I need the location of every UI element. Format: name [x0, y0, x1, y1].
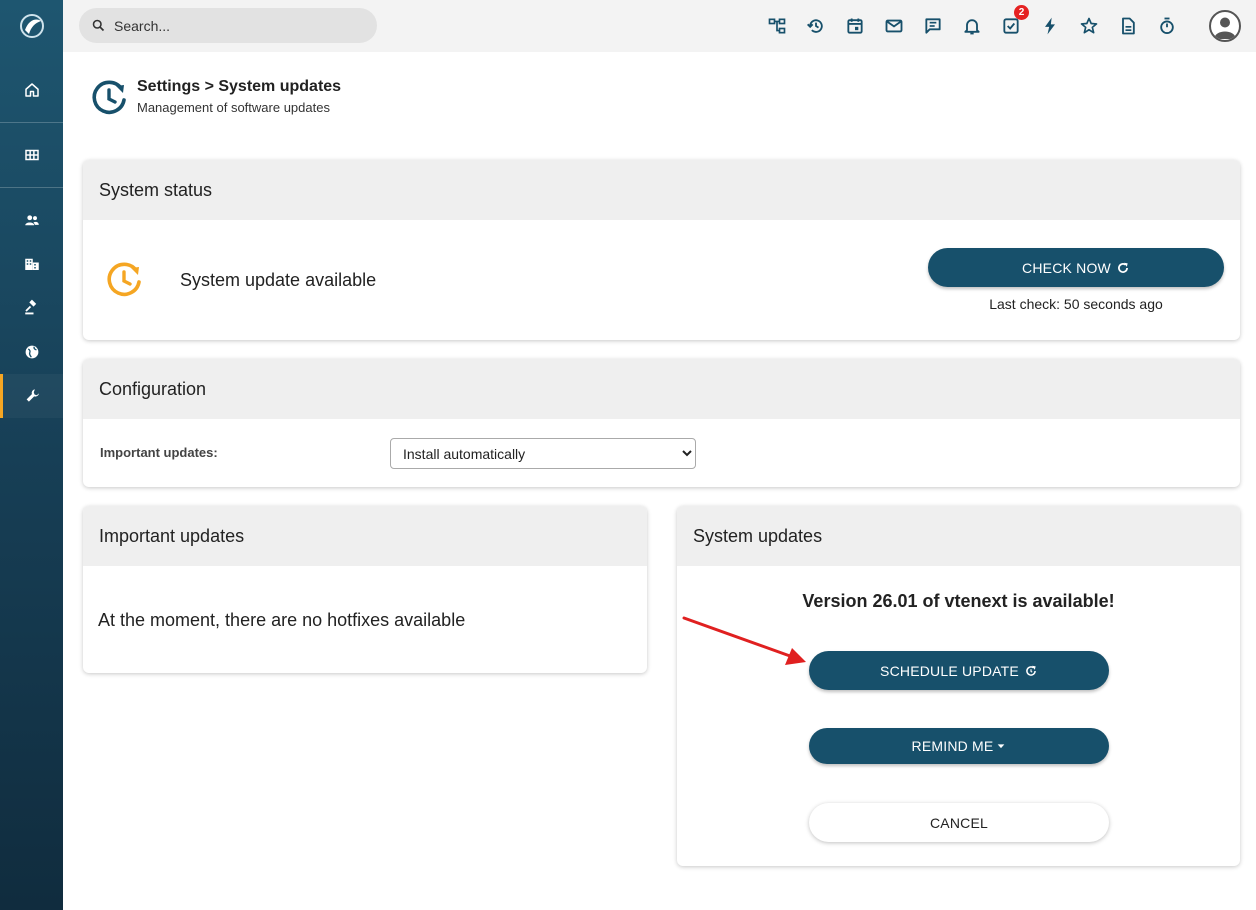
remind-me-label: REMIND ME: [911, 738, 994, 754]
gavel-icon[interactable]: [0, 286, 63, 330]
schedule-refresh-icon: [1026, 665, 1036, 676]
document-icon[interactable]: [1116, 14, 1140, 38]
last-check-text: Last check: 50 seconds ago: [989, 296, 1163, 312]
check-now-label: CHECK NOW: [1022, 259, 1111, 276]
timer-icon[interactable]: [1155, 14, 1179, 38]
wrench-icon[interactable]: [0, 374, 63, 418]
schedule-update-label: SCHEDULE UPDATE: [880, 662, 1019, 679]
configuration-heading: Configuration: [83, 359, 1240, 419]
schedule-update-button[interactable]: SCHEDULE UPDATE: [809, 651, 1109, 690]
tasks-icon[interactable]: 2: [999, 5, 1029, 38]
search-box[interactable]: [79, 8, 377, 43]
sitemap-icon[interactable]: [765, 14, 789, 38]
flash-icon[interactable]: [1038, 14, 1062, 38]
bell-icon[interactable]: [960, 14, 984, 38]
user-avatar[interactable]: [1209, 10, 1241, 42]
grid-icon[interactable]: [0, 133, 63, 177]
history-icon[interactable]: [804, 14, 828, 38]
configuration-card: Configuration Important updates: Install…: [83, 359, 1240, 487]
building-icon[interactable]: [0, 242, 63, 286]
important-updates-card: Important updates At the moment, there a…: [83, 506, 647, 673]
top-bar: 2: [63, 0, 1256, 52]
system-updates-card: System updates Version 26.01 of vtenext …: [677, 506, 1240, 866]
important-updates-select[interactable]: Install automatically: [390, 438, 696, 469]
cancel-label: CANCEL: [930, 814, 988, 831]
check-now-button[interactable]: CHECK NOW: [928, 248, 1224, 287]
no-hotfixes-message: At the moment, there are no hotfixes ava…: [98, 610, 466, 630]
status-message: System update available: [180, 270, 377, 290]
sidebar-divider: [0, 187, 63, 188]
calendar-icon[interactable]: [843, 14, 867, 38]
update-clock-icon: [92, 80, 126, 115]
star-icon[interactable]: [1077, 14, 1101, 38]
cancel-button[interactable]: CANCEL: [809, 803, 1109, 842]
search-input[interactable]: [114, 17, 354, 34]
system-updates-heading: System updates: [677, 506, 1240, 566]
sidebar-divider: [0, 122, 63, 123]
mail-icon[interactable]: [882, 14, 906, 38]
page-title: Settings > System updates: [137, 78, 342, 95]
home-icon[interactable]: [0, 68, 63, 112]
users-icon[interactable]: [0, 198, 63, 242]
search-icon: [92, 19, 105, 32]
page-subtitle: Management of software updates: [137, 100, 330, 115]
sidebar: [0, 0, 63, 910]
important-updates-heading: Important updates: [83, 506, 647, 566]
user-icon: [1214, 17, 1236, 39]
system-status-heading: System status: [83, 160, 1240, 220]
logo-icon[interactable]: [0, 0, 63, 52]
important-updates-label: Important updates:: [100, 445, 218, 460]
chat-icon[interactable]: [921, 14, 945, 38]
version-available-message: Version 26.01 of vtenext is available!: [802, 591, 1115, 611]
remind-me-button[interactable]: REMIND ME: [809, 728, 1109, 764]
refresh-icon: [1118, 262, 1128, 273]
system-status-card: System status System update available CH…: [83, 160, 1240, 340]
globe-icon[interactable]: [0, 330, 63, 374]
update-available-icon: [107, 262, 141, 297]
caret-down-icon: [998, 744, 1005, 749]
tasks-badge: 2: [1014, 5, 1029, 20]
